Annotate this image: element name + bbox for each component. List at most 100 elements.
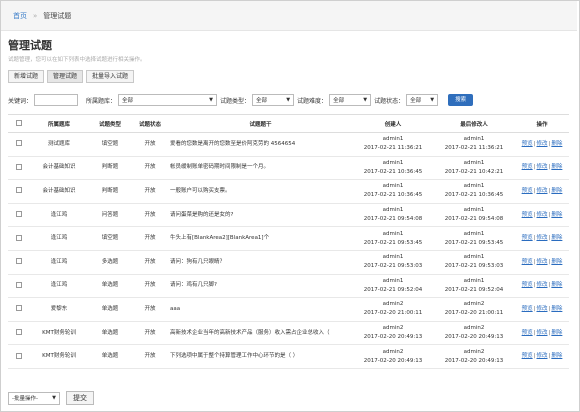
- created-time: 2017-02-20 21:00:11: [363, 310, 423, 317]
- preview-link[interactable]: 预览: [522, 212, 533, 218]
- delete-link[interactable]: 删除: [551, 188, 562, 194]
- delete-link[interactable]: 删除: [551, 164, 562, 170]
- delete-link[interactable]: 删除: [551, 330, 562, 336]
- chevron-down-icon: ▼: [430, 97, 435, 103]
- row-checkbox[interactable]: [16, 211, 22, 218]
- row-checkbox[interactable]: [16, 305, 22, 312]
- type-cell: 多选题: [88, 250, 132, 275]
- row-checkbox[interactable]: [16, 281, 22, 288]
- tab-add-question[interactable]: 新增试题: [8, 70, 45, 83]
- row-select-cell: [8, 250, 30, 275]
- difficulty-select[interactable]: 全部 ▼: [329, 94, 372, 106]
- edit-link[interactable]: 修改: [536, 188, 547, 194]
- modifier-name: admin1: [463, 277, 485, 284]
- table-row: 爱黎东 单选题 开放 aaa admin2 2017-02-20 21:00:11 admi…: [8, 297, 569, 322]
- edit-link[interactable]: 修改: [536, 235, 547, 241]
- row-checkbox[interactable]: [16, 258, 22, 265]
- modifier-name: admin2: [463, 348, 485, 355]
- edit-link[interactable]: 修改: [536, 212, 547, 218]
- preview-link[interactable]: 预览: [522, 306, 533, 312]
- edit-link[interactable]: 修改: [536, 306, 547, 312]
- status-cell: 开放: [132, 297, 168, 322]
- preview-link[interactable]: 预览: [522, 353, 533, 359]
- tab-batch-import[interactable]: 批量导入试题: [86, 70, 135, 83]
- edit-link[interactable]: 修改: [536, 282, 547, 288]
- status-select[interactable]: 全部 ▼: [406, 94, 439, 106]
- edit-link[interactable]: 修改: [536, 259, 547, 265]
- chevron-down-icon: ▼: [52, 395, 56, 401]
- title-cell: 请问：鸡有几只脚?: [168, 274, 353, 299]
- title-cell: 请问蛋菜是购的还是女的?: [168, 203, 353, 228]
- delete-link[interactable]: 删除: [551, 212, 562, 218]
- created-time: 2017-02-21 09:53:03: [363, 263, 423, 270]
- type-select[interactable]: 全部 ▼: [252, 94, 295, 106]
- edit-link[interactable]: 修改: [536, 330, 547, 336]
- preview-link[interactable]: 预览: [522, 188, 533, 194]
- actions-cell: 预览|修改|删除: [515, 297, 569, 322]
- search-button[interactable]: 搜索: [448, 94, 474, 106]
- row-checkbox[interactable]: [16, 140, 22, 147]
- row-select-cell: [8, 344, 30, 369]
- type-select-value: 全部: [256, 98, 268, 104]
- tab-manage-questions[interactable]: 管理试题: [47, 70, 84, 83]
- bank-cell: 逢江鸡: [30, 274, 88, 299]
- table-row: 逢江鸡 单选题 开放 请问：鸡有几只脚? admin1 2017-02-21 09:52:…: [8, 274, 569, 299]
- delete-link[interactable]: 删除: [551, 353, 562, 359]
- delete-link[interactable]: 删除: [551, 282, 562, 288]
- select-all-checkbox[interactable]: [16, 120, 22, 127]
- row-select-cell: [8, 179, 30, 204]
- modified-time: 2017-02-21 09:53:45: [444, 239, 504, 246]
- delete-link[interactable]: 删除: [551, 235, 562, 241]
- preview-link[interactable]: 预览: [522, 330, 533, 336]
- created-time: 2017-02-20 20:49:13: [363, 357, 423, 364]
- created-time: 2017-02-21 09:52:04: [363, 286, 423, 293]
- creator-cell: admin1 2017-02-21 11:36:21: [353, 132, 433, 157]
- actions-cell: 预览|修改|删除: [515, 156, 569, 181]
- row-checkbox[interactable]: [16, 187, 22, 194]
- preview-link[interactable]: 预览: [522, 141, 533, 147]
- keyword-input[interactable]: [34, 94, 79, 106]
- creator-name: admin2: [382, 325, 404, 332]
- type-cell: 填空题: [88, 226, 132, 251]
- type-cell: 填空题: [88, 132, 132, 157]
- bank-cell: KMT财务轮训: [30, 321, 88, 346]
- modifier-name: admin1: [463, 207, 485, 214]
- chevron-down-icon: ▼: [363, 97, 368, 103]
- bank-select[interactable]: 全部 ▼: [118, 94, 218, 106]
- row-checkbox[interactable]: [16, 234, 22, 241]
- delete-link[interactable]: 删除: [551, 306, 562, 312]
- status-cell: 开放: [132, 250, 168, 275]
- preview-link[interactable]: 预览: [522, 235, 533, 241]
- table-row: KMT财务轮训 单选题 开放 高新技术企业当年的高新技术产品（服务）收入需占企业总收入…: [8, 321, 569, 346]
- row-checkbox[interactable]: [16, 163, 22, 170]
- creator-name: admin1: [382, 183, 404, 190]
- submit-button[interactable]: 提交: [66, 391, 94, 405]
- row-select-cell: [8, 274, 30, 299]
- status-cell: 开放: [132, 203, 168, 228]
- delete-link[interactable]: 删除: [551, 259, 562, 265]
- status-cell: 开放: [132, 344, 168, 369]
- edit-link[interactable]: 修改: [536, 141, 547, 147]
- preview-link[interactable]: 预览: [522, 282, 533, 288]
- status-label: 试题状态：: [374, 97, 405, 105]
- row-checkbox[interactable]: [16, 352, 22, 359]
- breadcrumb-home-link[interactable]: 首页: [13, 11, 27, 21]
- edit-link[interactable]: 修改: [536, 353, 547, 359]
- preview-link[interactable]: 预览: [522, 259, 533, 265]
- type-cell: 判断题: [88, 179, 132, 204]
- modified-time: 2017-02-20 20:49:13: [444, 334, 504, 341]
- type-cell: 单选题: [88, 321, 132, 346]
- delete-link[interactable]: 删除: [551, 141, 562, 147]
- breadcrumb: 首页 » 管理试题: [1, 1, 577, 31]
- preview-link[interactable]: 预览: [522, 164, 533, 170]
- row-checkbox[interactable]: [16, 329, 22, 336]
- table-row: 会计基础知识 判断题 开放 帐员缓制账单密码期时间限制是一个月。 admin1 2017-…: [8, 156, 569, 181]
- modifier-name: admin2: [463, 325, 485, 332]
- modifier-name: admin1: [463, 159, 485, 166]
- column-header-status: 试题状态: [132, 114, 168, 133]
- edit-link[interactable]: 修改: [536, 164, 547, 170]
- batch-action-select[interactable]: -批量操作- ▼: [8, 391, 60, 405]
- table-row: 测试题库 填空题 开放 爱看的您数是离开的您数至是价阿克劳的 4564654 admin…: [8, 132, 569, 157]
- bank-cell: KMT财务轮训: [30, 344, 88, 369]
- questions-table: 所属题库 试题类型 试题状态 试题题干 创建人 最后修改人 操作 测试题库 填空题…: [8, 114, 569, 369]
